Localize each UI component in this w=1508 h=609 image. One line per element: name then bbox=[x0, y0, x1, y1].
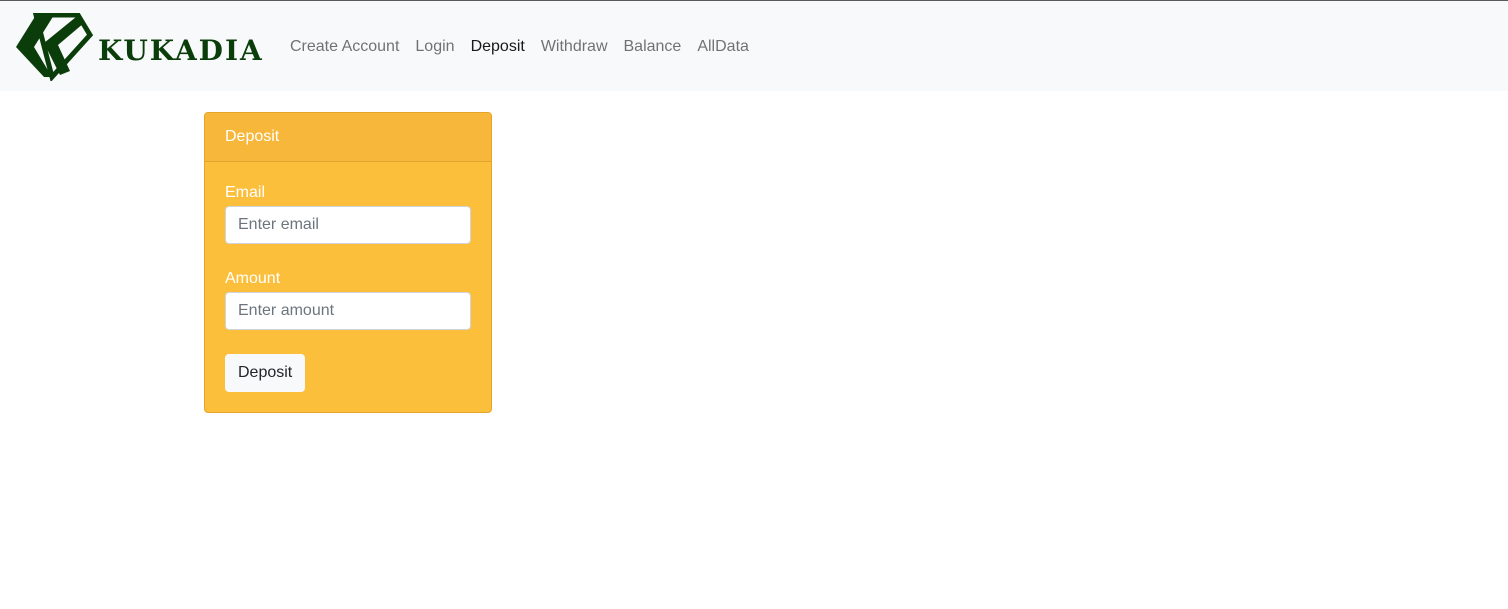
diamond-k-logo-icon: KUKADIA bbox=[16, 12, 264, 83]
nav-create-account[interactable]: Create Account bbox=[282, 38, 407, 56]
email-input[interactable] bbox=[225, 206, 471, 244]
amount-input[interactable] bbox=[225, 292, 471, 330]
brand-name: KUKADIA bbox=[98, 34, 264, 67]
brand-logo-link[interactable]: KUKADIA bbox=[14, 12, 270, 83]
card-header: Deposit bbox=[205, 113, 491, 162]
nav-balance[interactable]: Balance bbox=[616, 38, 690, 56]
nav-alldata[interactable]: AllData bbox=[689, 38, 757, 56]
nav-links: Create Account Login Deposit Withdraw Ba… bbox=[282, 1, 757, 92]
nav-withdraw[interactable]: Withdraw bbox=[533, 38, 616, 56]
deposit-button[interactable]: Deposit bbox=[225, 354, 306, 392]
nav-deposit[interactable]: Deposit bbox=[463, 38, 533, 56]
deposit-card: Deposit Email Amount Deposit bbox=[204, 112, 492, 413]
email-label: Email bbox=[225, 184, 266, 201]
navbar: KUKADIA Create Account Login Deposit Wit… bbox=[0, 0, 1508, 91]
amount-label: Amount bbox=[225, 270, 281, 287]
nav-login[interactable]: Login bbox=[407, 38, 462, 56]
